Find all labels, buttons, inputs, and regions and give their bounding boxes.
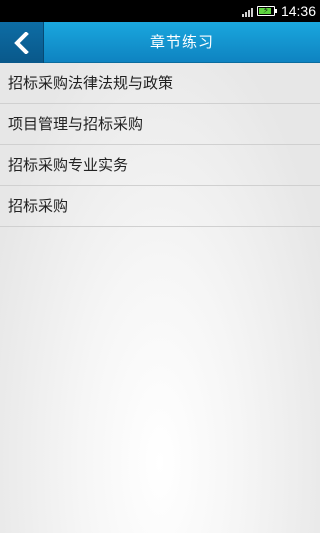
- status-time: 14:36: [280, 3, 316, 19]
- list-item-chapter-2[interactable]: 项目管理与招标采购: [0, 104, 320, 145]
- page-title: 章节练习: [149, 33, 214, 51]
- list-item-chapter-4[interactable]: 招标采购: [0, 186, 320, 227]
- charging-bolt-icon: ⚡: [262, 6, 270, 16]
- list-item-chapter-3[interactable]: 招标采购专业实务: [0, 145, 320, 186]
- header-bar: 章节练习: [0, 22, 320, 63]
- signal-icon: [241, 5, 253, 17]
- chevron-left-icon: [13, 31, 29, 54]
- chapter-list: 招标采购法律法规与政策 项目管理与招标采购 招标采购专业实务 招标采购: [0, 63, 320, 533]
- battery-charging-icon: ⚡: [256, 6, 277, 16]
- status-bar: ⚡ 14:36: [0, 0, 320, 22]
- list-item-chapter-1[interactable]: 招标采购法律法规与政策: [0, 63, 320, 104]
- back-button[interactable]: [0, 22, 44, 63]
- status-icons: ⚡ 14:36: [241, 0, 316, 22]
